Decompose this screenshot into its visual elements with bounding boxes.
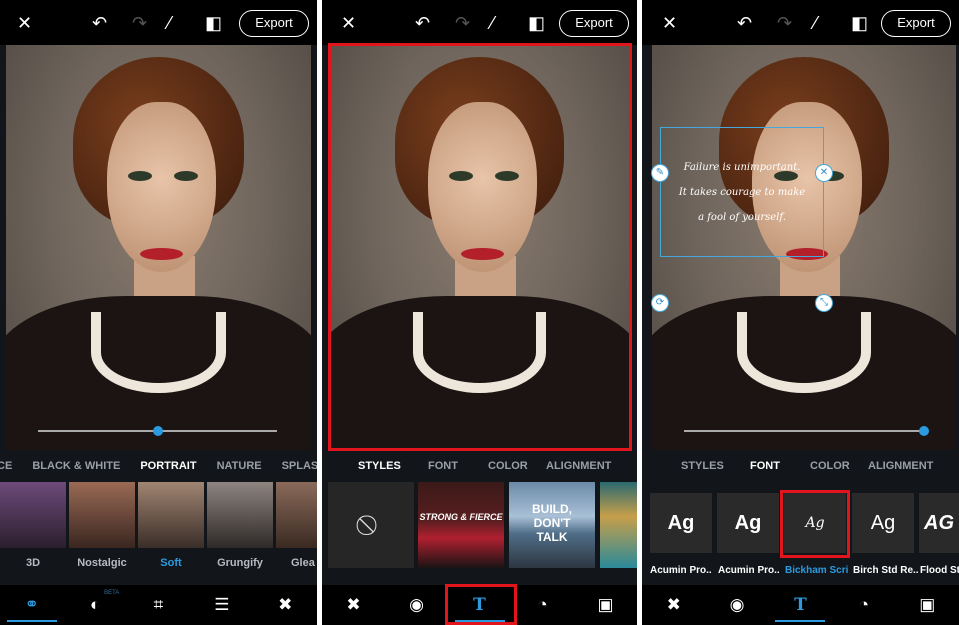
panel-text-styles: ✕ ↶ ↷ ⁄ ◧ Export STYLES FONT COLOR ALIGN…	[322, 0, 637, 625]
export-button[interactable]: Export	[239, 10, 309, 37]
quote-line: a fool of yourself.	[698, 212, 786, 223]
opacity-slider[interactable]	[684, 426, 929, 436]
category-splash[interactable]: SPLASH	[282, 460, 317, 472]
font-label: Acumin Pro..	[650, 565, 712, 576]
top-bar: ✕ ↶ ↷ ⁄ ◧ Export	[322, 0, 637, 45]
filter-thumb-3d[interactable]	[0, 482, 66, 548]
sticker-icon[interactable]: ◔	[518, 585, 568, 625]
tab-color[interactable]: COLOR	[488, 460, 528, 472]
beta-badge: BETA	[104, 590, 120, 596]
bottom-nav: ✖ ◉ T ◔ ▣	[642, 585, 959, 625]
font-acumin-2[interactable]: Ag	[717, 493, 779, 553]
undo-icon[interactable]: ↶	[737, 12, 752, 34]
export-button[interactable]: Export	[881, 10, 951, 37]
quote-line: Failure is unimportant.	[683, 162, 801, 173]
filter-label: Grungify	[217, 557, 263, 569]
resize-icon[interactable]: ⤡	[815, 294, 833, 312]
tab-font[interactable]: FONT	[428, 460, 458, 472]
filter-categories: ICE BLACK & WHITE PORTRAIT NATURE SPLASH	[0, 452, 317, 480]
font-label-active: Bickham Scri	[785, 565, 849, 576]
style-thumb-4[interactable]	[600, 482, 637, 568]
panel-filters: ✕ ↶ ↷ ⁄ ◧ Export ICE BLACK & WHITE PORTR…	[0, 0, 317, 625]
redo-icon[interactable]: ↷	[132, 12, 147, 34]
magic-wand-icon[interactable]: ⁄	[491, 12, 494, 34]
text-icon[interactable]: T	[775, 585, 826, 625]
export-button[interactable]: Export	[559, 10, 629, 37]
top-bar: ✕ ↶ ↷ ⁄ ◧ Export	[642, 0, 959, 45]
category-ice[interactable]: ICE	[0, 460, 12, 472]
compare-icon[interactable]: ◧	[528, 12, 545, 34]
slider-knob[interactable]	[152, 426, 163, 436]
sticker-icon[interactable]: ◔	[839, 585, 889, 625]
edit-icon[interactable]: ✎	[651, 164, 669, 182]
overlay-icon[interactable]: ◐ BETA	[70, 585, 120, 625]
filter-label: Glea	[291, 557, 315, 569]
close-icon[interactable]: ✕	[815, 164, 833, 182]
text-overlay[interactable]: Failure is unimportant. It takes courage…	[662, 155, 822, 230]
tab-color[interactable]: COLOR	[810, 460, 850, 472]
highlight-frame-text	[445, 584, 517, 625]
filter-label: Nostalgic	[77, 557, 127, 569]
top-bar: ✕ ↶ ↷ ⁄ ◧ Export	[0, 0, 317, 45]
magic-wand-icon[interactable]: ⁄	[814, 12, 817, 34]
healing-icon[interactable]: ✖	[329, 585, 379, 625]
photo-canvas[interactable]	[6, 45, 311, 450]
tab-styles[interactable]: STYLES	[681, 460, 724, 472]
style-build-dont-talk[interactable]: BUILD, DON'T TALK	[509, 482, 595, 568]
tab-styles[interactable]: STYLES	[358, 460, 401, 472]
tab-alignment[interactable]: ALIGNMENT	[868, 460, 933, 472]
redo-icon[interactable]: ↷	[777, 12, 792, 34]
category-black-white[interactable]: BLACK & WHITE	[32, 460, 120, 472]
filter-label-active: Soft	[160, 557, 182, 569]
category-portrait[interactable]: PORTRAIT	[140, 460, 196, 472]
text-tabs: STYLES FONT COLOR ALIGNMENT	[322, 452, 637, 480]
font-birch-std[interactable]: Ag	[852, 493, 914, 553]
tab-font[interactable]: FONT	[750, 460, 780, 472]
font-acumin-1[interactable]: Ag	[650, 493, 712, 553]
slider-knob[interactable]	[919, 426, 929, 436]
undo-icon[interactable]: ↶	[415, 12, 430, 34]
filter-label: 3D	[25, 557, 41, 569]
frame-icon[interactable]: ▣	[581, 585, 631, 625]
frame-icon[interactable]: ▣	[902, 585, 952, 625]
bottom-nav: ⚭ ◐ BETA ⌗ ☰ ✖	[0, 585, 317, 625]
undo-icon[interactable]: ↶	[92, 12, 107, 34]
font-flood-std[interactable]: AG	[919, 493, 959, 553]
adjust-icon[interactable]: ☰	[197, 585, 247, 625]
filter-thumb-nostalgic[interactable]	[69, 482, 135, 548]
healing-icon[interactable]: ✖	[260, 585, 310, 625]
font-label: Acumin Pro..	[718, 565, 780, 576]
healing-icon[interactable]: ✖	[649, 585, 699, 625]
redo-icon[interactable]: ↷	[455, 12, 470, 34]
close-icon[interactable]: ✕	[341, 12, 356, 34]
style-strong-fierce[interactable]: STRONG & FIERCE	[418, 482, 504, 568]
panel-text-font: ✕ ↶ ↷ ⁄ ◧ Export Failure is unimportant.…	[642, 0, 959, 625]
close-icon[interactable]: ✕	[17, 12, 32, 34]
rotate-icon[interactable]: ⟳	[651, 294, 669, 312]
eye-icon[interactable]: ◉	[392, 585, 442, 625]
filter-thumb-gleam[interactable]	[276, 482, 317, 548]
text-tabs: STYLES FONT COLOR ALIGNMENT	[642, 452, 959, 480]
intensity-slider[interactable]	[38, 426, 277, 436]
filter-thumb-soft[interactable]	[138, 482, 204, 548]
font-label: Birch Std Re..	[853, 565, 919, 576]
tab-alignment[interactable]: ALIGNMENT	[546, 460, 611, 472]
compare-icon[interactable]: ◧	[205, 12, 222, 34]
filter-thumb-grungify[interactable]	[207, 482, 273, 548]
category-nature[interactable]: NATURE	[217, 460, 262, 472]
font-label: Flood Std	[920, 565, 959, 576]
crop-icon[interactable]: ⌗	[133, 585, 183, 625]
eye-icon[interactable]: ◉	[712, 585, 762, 625]
looks-icon[interactable]: ⚭	[6, 585, 57, 625]
style-none[interactable]: ⃠	[328, 482, 414, 568]
close-icon[interactable]: ✕	[662, 12, 677, 34]
highlight-frame	[328, 43, 632, 451]
quote-line: It takes courage to make	[678, 187, 806, 198]
highlight-frame-font	[780, 490, 850, 558]
compare-icon[interactable]: ◧	[851, 12, 868, 34]
magic-wand-icon[interactable]: ⁄	[168, 12, 171, 34]
